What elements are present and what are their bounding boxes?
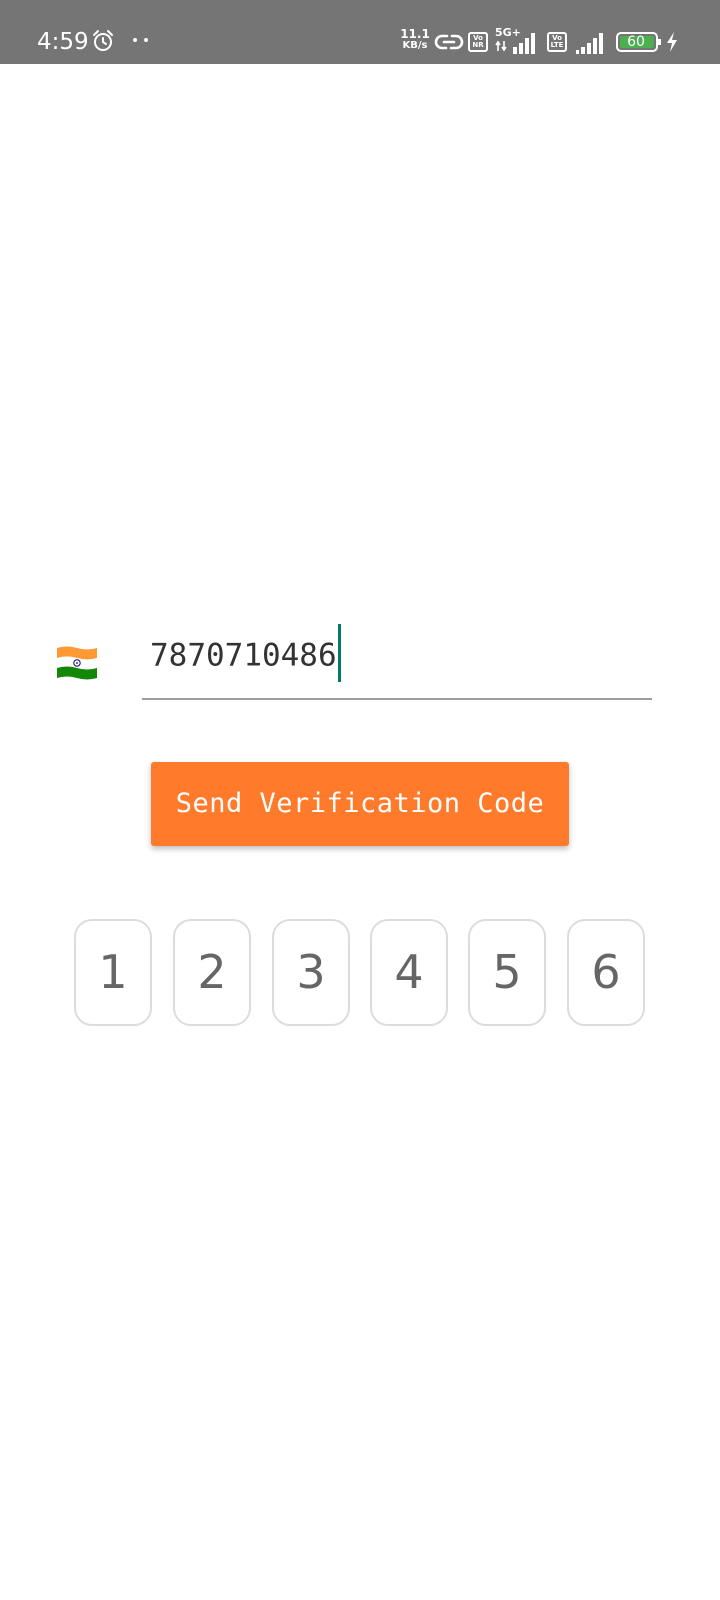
alarm-icon	[93, 30, 113, 51]
text-caret	[337, 624, 341, 682]
network-speed-unit: KB/s	[402, 40, 428, 51]
status-time: 4:59	[37, 29, 89, 55]
more-dots-icon	[133, 38, 148, 42]
volte-lte-badge-bottom: LTE	[550, 41, 564, 49]
send-verification-code-button[interactable]: Send Verification Code	[151, 762, 569, 846]
code-digit-box[interactable]: 4	[370, 919, 448, 1026]
charging-bolt-icon	[667, 32, 677, 52]
code-digit-box[interactable]: 6	[567, 919, 645, 1026]
volte-nr-badge: Vo NR	[468, 32, 488, 52]
india-flag-icon[interactable]	[55, 645, 99, 681]
status-bar: 4:59 11.1 KB/s Vo NR 5G+ Vo LTE 60	[0, 0, 720, 64]
network-speed-value: 11.1	[400, 27, 430, 41]
volte-lte-badge: Vo LTE	[547, 32, 567, 52]
link-icon	[434, 34, 464, 50]
phone-number-text: 7870710486	[150, 637, 337, 674]
code-digit-box[interactable]: 5	[468, 919, 546, 1026]
code-digit-box[interactable]: 1	[74, 919, 152, 1026]
phone-number-value: 7870710486	[150, 624, 341, 686]
network-speed: 11.1 KB/s	[398, 27, 432, 51]
volte-nr-badge-bottom: NR	[472, 41, 484, 49]
signal-icon-sim1	[513, 33, 535, 54]
signal-icon-sim2	[576, 33, 603, 54]
code-digit-box[interactable]: 3	[272, 919, 350, 1026]
phone-number-input[interactable]: 7870710486	[142, 618, 652, 700]
code-digit-box[interactable]: 2	[173, 919, 251, 1026]
battery-level: 60	[627, 34, 645, 50]
